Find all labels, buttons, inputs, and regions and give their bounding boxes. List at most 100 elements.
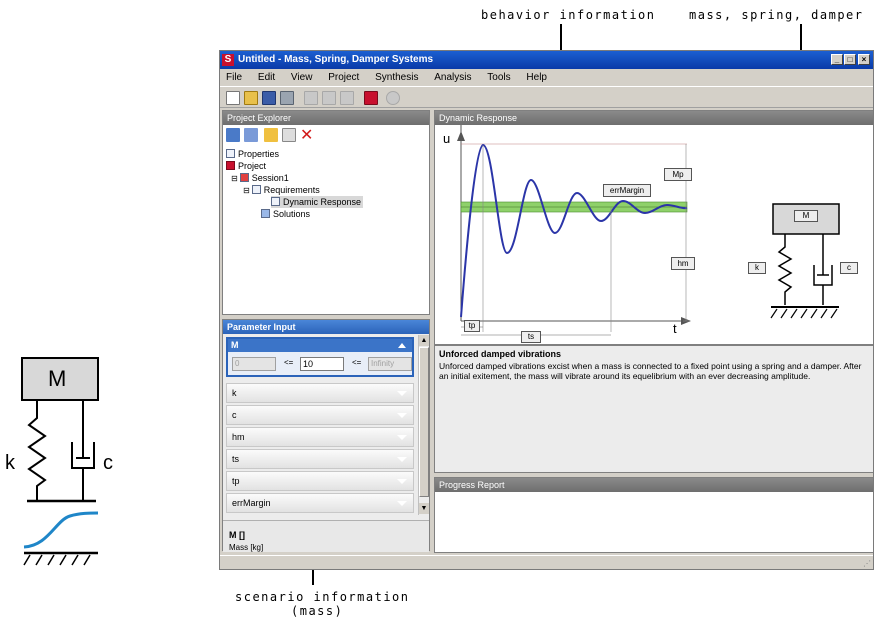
categorize-icon[interactable] [244,128,258,142]
param-m-header[interactable]: M [228,339,412,352]
menu-project[interactable]: Project [328,69,359,86]
properties-icon[interactable] [282,128,296,142]
param-label: ts [232,454,240,464]
description-title: Unforced damped vibrations [439,349,562,359]
dynamic-response-node-icon [271,197,280,206]
menu-view[interactable]: View [291,69,313,86]
param-row-errmargin[interactable]: errMargin [226,493,414,513]
param-desc-sub: Mass [kg] [229,543,264,552]
save-icon[interactable] [262,91,276,105]
synthesis-icon[interactable] [364,91,378,105]
menu-file[interactable]: File [226,69,242,86]
close-button[interactable]: × [858,54,870,65]
parameter-input-header: Parameter Input [223,320,429,334]
param-row-k[interactable]: k [226,383,414,403]
errmargin-label: errMargin [603,184,651,197]
callout-behavior: behavior information [481,8,656,22]
mass-value-input[interactable]: 10 [300,357,344,371]
diagram-mass-label: M [794,210,818,222]
menu-help[interactable]: Help [526,69,547,86]
menu-edit[interactable]: Edit [258,69,275,86]
title-bar: S Untitled - Mass, Spring, Damper System… [220,51,873,69]
tree-label: Dynamic Response [283,197,362,207]
copy-icon[interactable] [322,91,336,105]
ts-label: ts [521,331,541,343]
expand-icon[interactable] [397,391,407,396]
collapse-icon[interactable]: ⊟ [231,174,238,183]
param-scrollbar[interactable]: ▲ ▼ [418,335,429,515]
new-file-icon[interactable] [226,91,240,105]
diagram-damper-label: c [840,262,858,274]
menu-tools[interactable]: Tools [487,69,510,86]
resize-grip-icon[interactable]: ⋰ [863,559,871,568]
param-m-expanded: M 0 <= 10 <= Infinity [226,337,414,377]
description-body: Unforced damped vibrations excist when a… [439,361,862,381]
param-row-ts[interactable]: ts [226,449,414,469]
expand-icon[interactable] [397,435,407,440]
description-panel: Unforced damped vibrations Unforced damp… [434,345,873,473]
left-spring-label: k [5,452,15,474]
app-logo-icon: S [222,54,234,66]
op-le-2: <= [352,358,362,367]
tree-item-dynamic-response[interactable]: Dynamic Response [271,196,364,208]
param-description: M [] Mass [kg] [223,520,429,552]
project-explorer: Project Explorer ✕ Properties Project ⊟ S… [222,110,430,315]
properties-node-icon [226,149,235,158]
min-value-field[interactable]: 0 [232,357,276,371]
tree-item-properties[interactable]: Properties [226,148,279,160]
param-desc-title: M [] [229,530,245,540]
op-le-1: <= [284,358,294,367]
expand-icon[interactable] [397,413,407,418]
minimize-button[interactable]: _ [831,54,843,65]
tree-item-project[interactable]: Project [226,160,266,172]
progress-report-header: Progress Report [435,478,873,492]
session-node-icon [239,173,249,182]
solutions-node-icon [261,209,270,218]
diagram-spring-label: k [748,262,766,274]
explorer-toolbar: ✕ [226,125,426,145]
toolbar [220,86,873,108]
menu-analysis[interactable]: Analysis [434,69,471,86]
print-icon[interactable] [280,91,294,105]
tree-item-solutions[interactable]: Solutions [261,208,310,220]
dynamic-response-panel: Dynamic Response u t Mp errMargin hm tp … [434,110,873,345]
paste-icon[interactable] [340,91,354,105]
delete-icon[interactable]: ✕ [300,125,313,145]
sort-icon[interactable] [226,128,240,142]
tree-item-requirements[interactable]: ⊟ Requirements [243,184,320,196]
collapse-icon[interactable]: ⊟ [243,186,250,195]
param-label: c [232,410,237,420]
open-folder-icon[interactable] [244,91,258,105]
param-label: k [232,388,237,398]
tree-label: Solutions [273,209,311,219]
expand-icon[interactable] [397,479,407,484]
param-row-c[interactable]: c [226,405,414,425]
expand-icon[interactable] [397,501,407,506]
collapse-up-icon[interactable] [398,343,406,348]
callout-scenario-1: scenario information [235,590,410,604]
param-row-hm[interactable]: hm [226,427,414,447]
scroll-up-icon[interactable]: ▲ [419,335,429,346]
tree-item-session1[interactable]: ⊟ Session1 [231,172,289,184]
scroll-down-icon[interactable]: ▼ [419,503,429,514]
app-window: S Untitled - Mass, Spring, Damper System… [219,50,874,570]
tree-label: Project [238,161,267,171]
expand-icon[interactable] [397,457,407,462]
cut-icon[interactable] [304,91,318,105]
hm-label: hm [671,257,695,270]
help-icon[interactable] [386,91,400,105]
parameter-input-panel: Parameter Input M 0 <= 10 <= Infinity k … [222,319,430,552]
add-item-icon[interactable] [264,128,278,142]
param-row-tp[interactable]: tp [226,471,414,491]
max-value-field[interactable]: Infinity [368,357,412,371]
status-bar: ⋰ [220,555,873,569]
param-label: errMargin [232,498,271,508]
menu-synthesis[interactable]: Synthesis [375,69,418,86]
maximize-button[interactable]: □ [844,54,856,65]
scroll-thumb[interactable] [419,347,429,497]
menu-bar: File Edit View Project Synthesis Analysi… [220,69,873,86]
project-node-icon [226,161,235,170]
param-label: tp [232,476,240,486]
tree-label: Requirements [263,185,320,195]
tree-label: Session1 [251,173,289,183]
